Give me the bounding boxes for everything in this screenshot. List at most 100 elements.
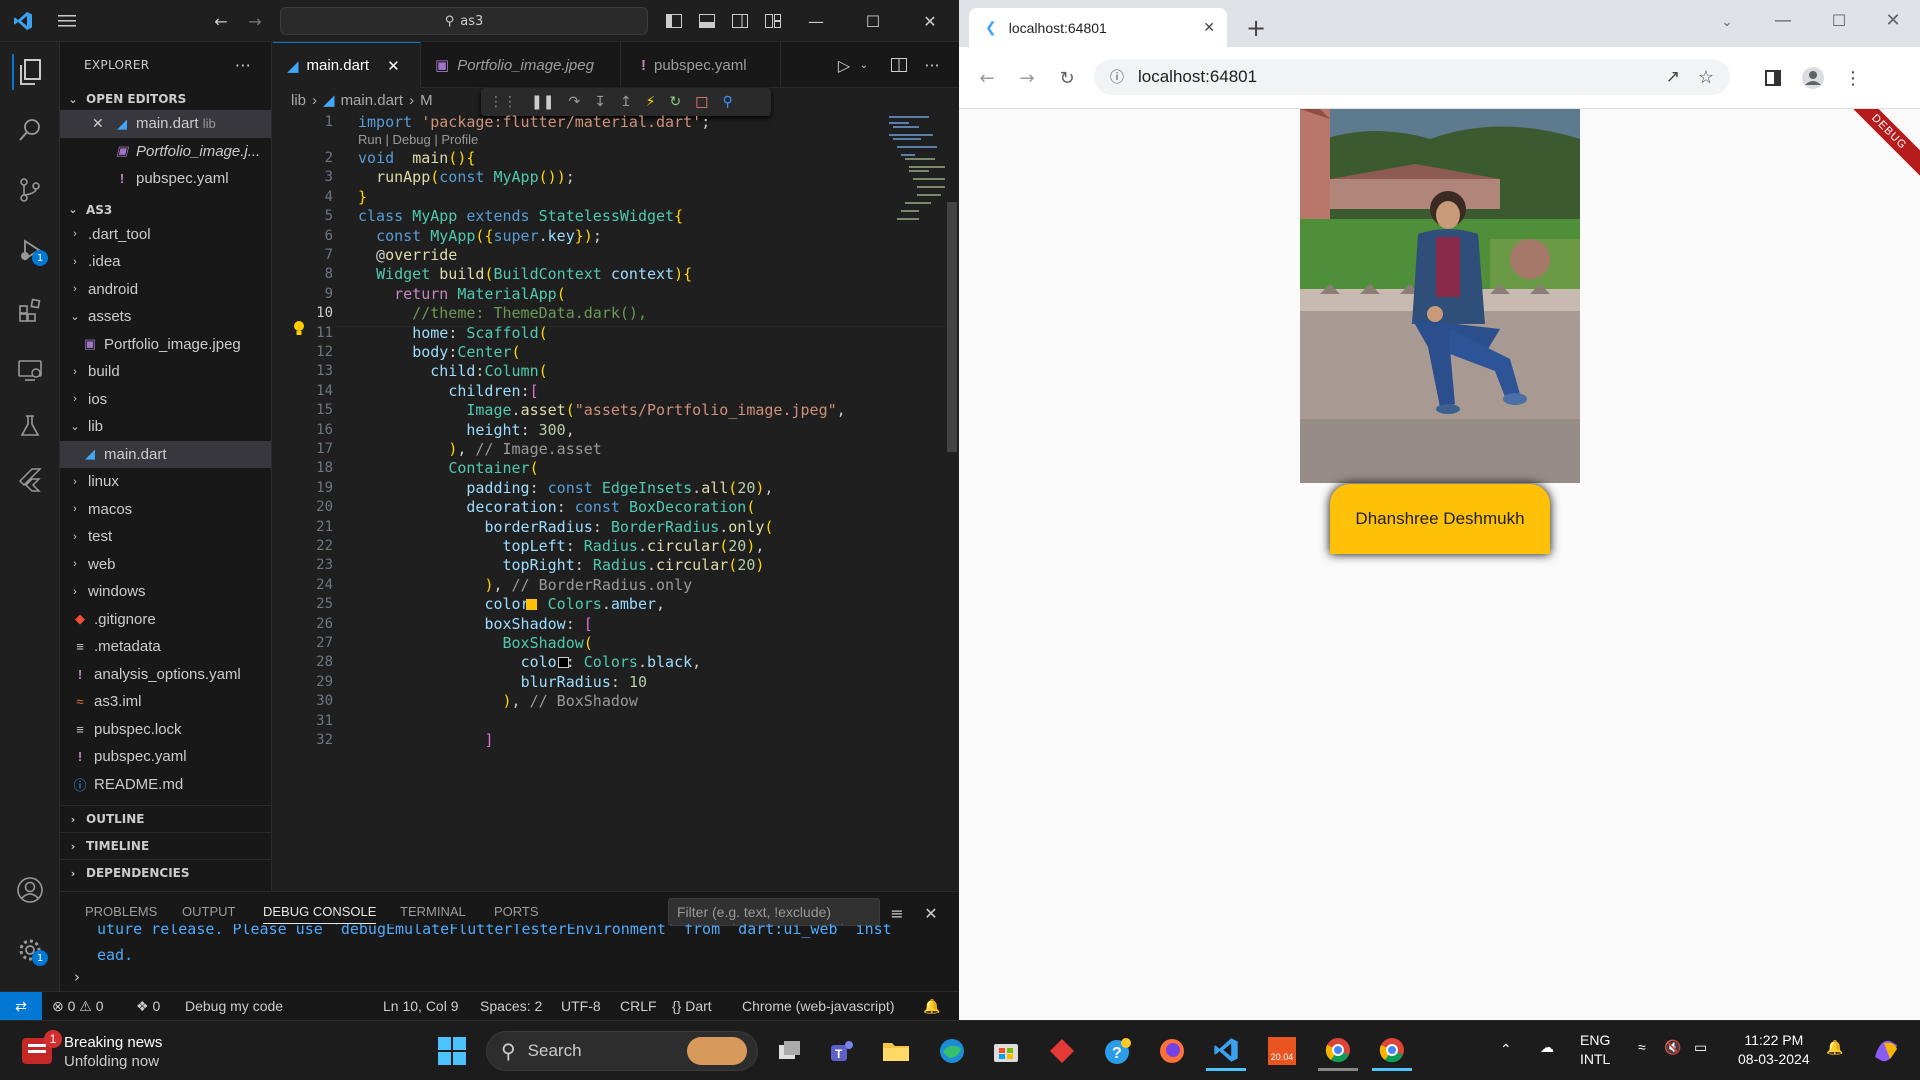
tree-item[interactable]: ≡ pubspec.lock [60, 716, 271, 744]
language-status[interactable]: {} Dart [672, 998, 712, 1014]
site-info-icon[interactable]: ⓘ [1110, 67, 1124, 87]
reload-icon[interactable]: ↻ [1053, 64, 1081, 92]
tree-item[interactable]: ▣ Portfolio_image.jpeg [60, 331, 271, 359]
tree-item[interactable]: › macos [60, 496, 271, 524]
tree-item[interactable]: ◢ main.dart [60, 440, 271, 468]
chrome-menu-icon[interactable]: ⋮ [1839, 64, 1867, 92]
wifi-icon[interactable]: ≈ [1638, 1039, 1646, 1055]
task-view-icon[interactable] [770, 1031, 810, 1071]
testing-icon[interactable] [12, 408, 48, 444]
tree-item[interactable]: › android [60, 276, 271, 304]
close-window-icon[interactable]: ✕ [919, 10, 941, 32]
tree-item[interactable]: › ios [60, 386, 271, 414]
clear-console-icon[interactable]: ≡ [886, 902, 908, 924]
manage-gear-icon[interactable]: 1 [12, 932, 48, 968]
minimize-icon[interactable]: — [805, 10, 827, 32]
forward-arrow-icon[interactable]: → [1013, 64, 1041, 92]
chrome-dev-icon[interactable] [1318, 1031, 1358, 1071]
back-arrow-icon[interactable]: ← [973, 64, 1001, 92]
tab-terminal[interactable]: TERMINAL [400, 904, 466, 919]
share-icon[interactable]: ↗ [1666, 67, 1680, 87]
extensions-icon[interactable] [12, 292, 48, 328]
tree-item[interactable]: ◆ .gitignore [60, 606, 271, 634]
breadcrumb-file[interactable]: main.dart [341, 92, 404, 109]
timeline-header[interactable]: › TIMELINE [60, 832, 271, 859]
tree-item[interactable]: ! analysis_options.yaml [60, 661, 271, 689]
customize-layout-icon[interactable] [762, 10, 784, 32]
tab-main-dart[interactable]: ◢ main.dart ✕ [273, 42, 421, 88]
close-tab-icon[interactable]: ✕ [387, 57, 400, 75]
run-dropdown-chevron-icon[interactable]: ⌄ [853, 54, 875, 76]
onedrive-cloud-icon[interactable]: ☁ [1540, 1039, 1554, 1056]
edge-icon[interactable] [932, 1031, 972, 1071]
tab-pubspec[interactable]: ! pubspec.yaml [621, 42, 781, 88]
project-header[interactable]: ⌄ AS3 [60, 199, 271, 221]
eol-status[interactable]: CRLF [620, 998, 657, 1014]
toggle-sidebar-icon[interactable] [663, 10, 685, 32]
breadcrumb-symbol[interactable]: M [420, 92, 433, 109]
black-color-swatch[interactable] [558, 657, 569, 669]
source-control-icon[interactable] [12, 172, 48, 208]
minimap[interactable] [885, 114, 945, 244]
step-out-icon[interactable]: ↥ [620, 94, 632, 110]
tree-item[interactable]: › windows [60, 578, 271, 606]
windows-start-icon[interactable] [432, 1031, 472, 1071]
maximize-icon[interactable]: ☐ [1825, 6, 1853, 34]
copilot-icon[interactable] [1866, 1031, 1906, 1071]
address-bar[interactable]: ⓘ localhost:64801 ↗ ☆ [1094, 59, 1730, 95]
command-center-search[interactable]: ⚲ as3 [280, 7, 648, 35]
forward-arrow-icon[interactable]: → [244, 10, 266, 32]
lightbulb-icon[interactable] [293, 320, 305, 336]
notifications-bell-icon[interactable]: 🔔 [1826, 1039, 1843, 1056]
drag-handle-icon[interactable]: ⋮⋮ [489, 94, 517, 110]
show-hidden-icons-chevron-icon[interactable]: ⌃ [1500, 1041, 1512, 1058]
inspect-widget-icon[interactable]: ⚲ [722, 94, 732, 110]
debug-mode-status[interactable]: Debug my code [185, 998, 283, 1014]
indentation-status[interactable]: Spaces: 2 [480, 998, 542, 1014]
problems-status[interactable]: ⊗ 0 ⚠ 0 [52, 998, 104, 1015]
outline-header[interactable]: › OUTLINE [60, 805, 271, 832]
tab-ports[interactable]: PORTS [494, 904, 539, 919]
profile-avatar-icon[interactable] [1799, 64, 1827, 92]
close-window-icon[interactable]: ✕ [1879, 6, 1907, 34]
menu-icon[interactable] [56, 10, 78, 32]
close-tab-icon[interactable]: ✕ [1203, 19, 1215, 36]
tree-item[interactable]: ⌄ lib [60, 413, 271, 441]
hot-reload-icon[interactable]: ⚡ [646, 94, 656, 110]
scrollbar-thumb[interactable] [947, 202, 957, 452]
remote-explorer-icon[interactable] [12, 352, 48, 388]
editor-scrollbar[interactable] [945, 112, 959, 932]
taskbar-search-input[interactable]: ⚲ Search [486, 1031, 758, 1071]
accounts-icon[interactable] [12, 872, 48, 908]
pause-icon[interactable]: ❚❚ [531, 94, 554, 110]
open-editor-portfolio-image[interactable]: ▣ Portfolio_image.j... [60, 138, 271, 166]
tree-item[interactable]: ⓘ README.md [60, 771, 271, 799]
tree-item[interactable]: ! pubspec.yaml [60, 743, 271, 771]
cursor-position-status[interactable]: Ln 10, Col 9 [383, 998, 459, 1014]
notifications-bell-icon[interactable]: 🔔 [923, 998, 940, 1015]
step-over-icon[interactable]: ↷ [568, 94, 580, 110]
tab-output[interactable]: OUTPUT [182, 904, 235, 919]
new-tab-icon[interactable]: + [1242, 14, 1270, 42]
tree-item[interactable]: › test [60, 523, 271, 551]
explorer-icon[interactable] [12, 54, 48, 90]
file-explorer-icon[interactable] [876, 1031, 916, 1071]
toggle-secondary-sidebar-icon[interactable] [729, 10, 751, 32]
more-actions-icon[interactable]: ··· [235, 56, 251, 75]
volume-muted-icon[interactable]: 🔇 [1664, 1039, 1681, 1056]
open-editor-pubspec[interactable]: ! pubspec.yaml [60, 165, 271, 193]
battery-icon[interactable]: ▭ [1694, 1039, 1707, 1056]
close-panel-icon[interactable]: ✕ [920, 902, 942, 924]
ports-status[interactable]: ❖ 0 [136, 998, 160, 1015]
tree-item[interactable]: › linux [60, 468, 271, 496]
tree-item[interactable]: › web [60, 551, 271, 579]
code-editor[interactable]: Run | Debug | Profile import 'package:flu… [358, 112, 878, 932]
flutter-icon[interactable] [12, 462, 48, 498]
close-icon[interactable]: ✕ [92, 115, 114, 132]
search-view-icon[interactable] [12, 112, 48, 148]
step-into-icon[interactable]: ↧ [594, 94, 606, 110]
encoding-status[interactable]: UTF-8 [561, 998, 601, 1014]
tab-search-chevron-icon[interactable]: ⌄ [1713, 8, 1741, 36]
tree-item[interactable]: › .idea [60, 248, 271, 276]
amber-color-swatch[interactable] [526, 599, 537, 611]
